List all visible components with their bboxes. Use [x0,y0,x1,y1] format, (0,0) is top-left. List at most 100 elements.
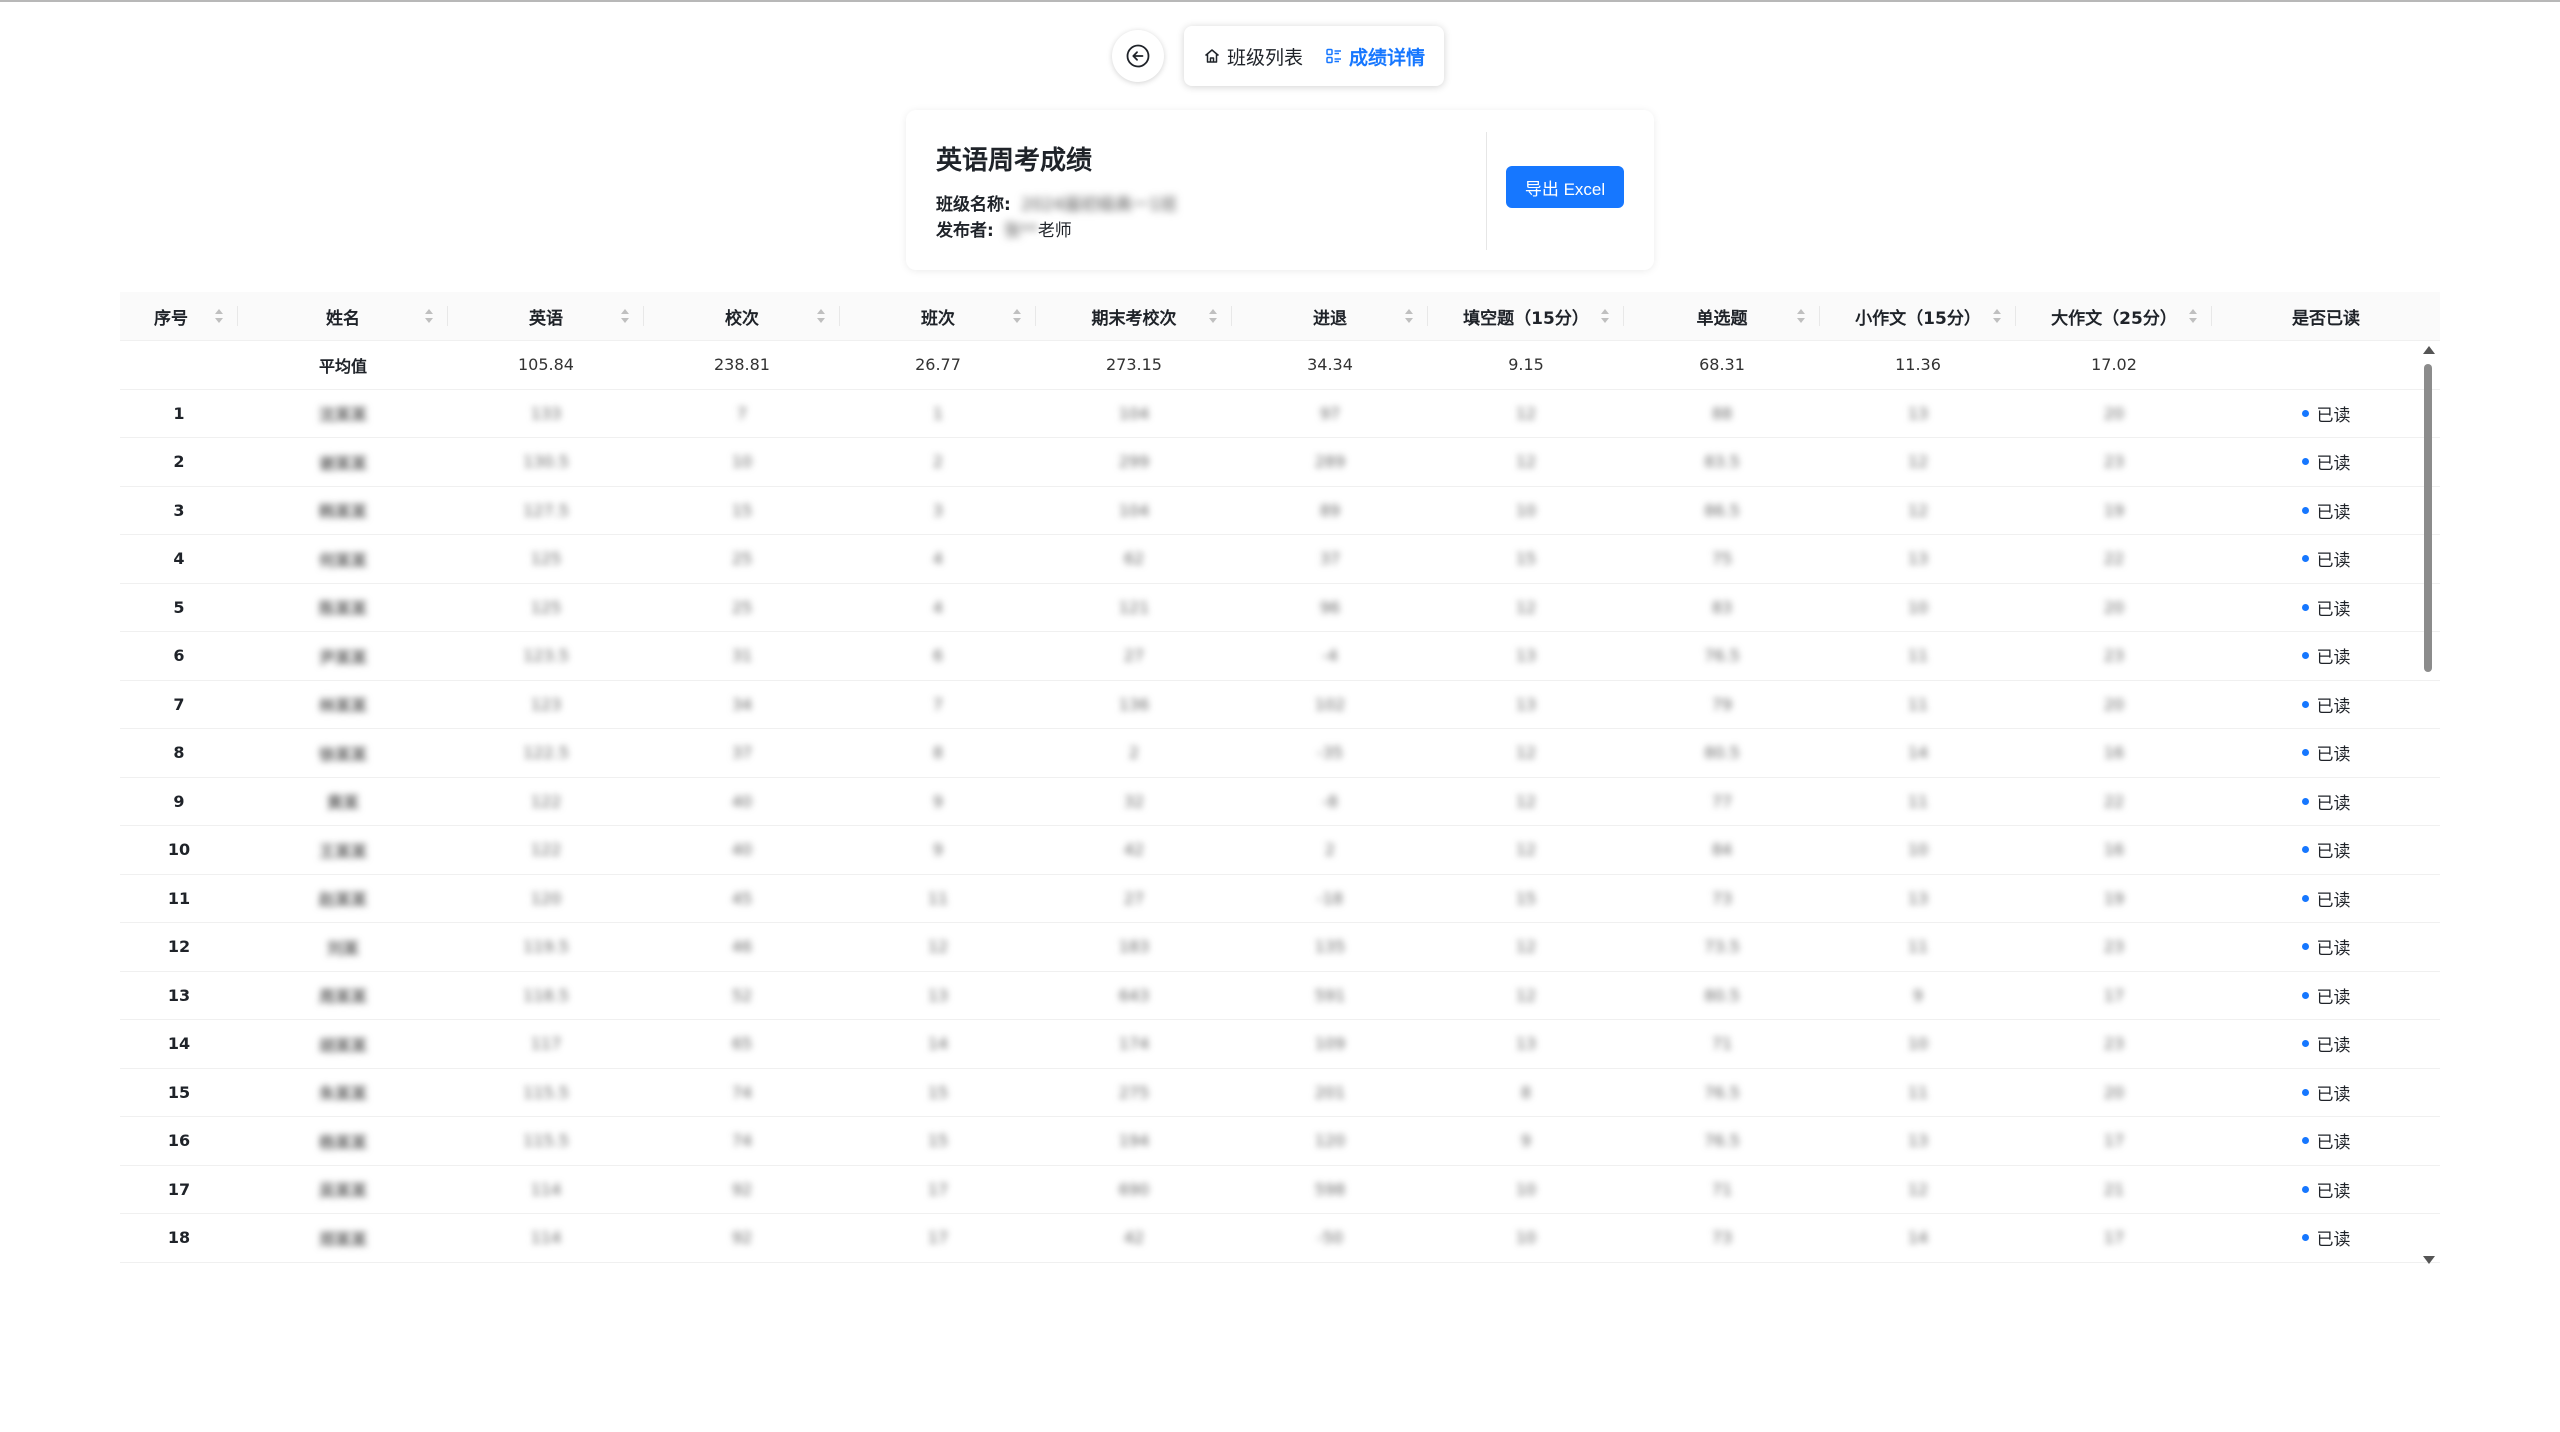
table-body: 平均值 105.84 238.81 26.77 273.15 34.34 9.15 68.31… [120,341,2440,1263]
score-cell: 20 [2103,597,2125,617]
sort-icon[interactable] [1600,308,1610,324]
header-col-short-essay[interactable]: 小作文（15分） [1820,292,2016,340]
header-col-english[interactable]: 英语 [448,292,644,340]
average-cell: 238.81 [714,355,770,375]
scroll-up-arrow-icon[interactable] [2423,346,2435,354]
header-label: 大作文（25分） [2051,308,2177,329]
table-row[interactable]: 11 赵某某 120 45 11 27 -18 15 73 13 19 已读 [120,875,2440,923]
table-row[interactable]: 18 郑某某 114 92 17 42 -50 10 73 14 17 已读 [120,1214,2440,1263]
tab-class-list-label: 班级列表 [1226,46,1303,69]
table-row[interactable]: 17 吴某某 114 92 17 690 598 10 71 12 21 已读 [120,1166,2440,1214]
header-col-fill-blank[interactable]: 填空题（15分） [1428,292,1624,340]
table-row[interactable]: 3 韩某某 127.5 15 3 104 89 10 86.5 12 19 已读 [120,487,2440,535]
export-excel-button[interactable]: 导出 Excel [1506,166,1624,208]
score-cell: 73 [1711,1228,1733,1248]
table-row[interactable]: 9 黄某 122 40 9 32 -8 12 77 11 22 已读 [120,778,2440,826]
publisher-row: 发布者: 张** 老师 [936,216,1072,241]
row-index: 8 [173,743,185,763]
table-row[interactable]: 1 沈某某 133 7 1 104 97 12 88 13 20 已读 [120,390,2440,438]
header-col-progress[interactable]: 进退 [1232,292,1428,340]
row-index: 13 [167,985,191,1005]
table-scrollbar[interactable] [2420,342,2436,1268]
score-cell: 79 [1711,694,1733,714]
tab-class-list[interactable]: 班级列表 [1203,43,1303,70]
score-cell: 7 [736,403,748,423]
score-cell: 122 [530,840,562,860]
table-row[interactable]: 16 杨某某 115.5 74 15 194 120 9 76.5 13 17 已读 [120,1117,2440,1166]
header-col-long-essay[interactable]: 大作文（25分） [2016,292,2212,340]
read-status-label: 已读 [2316,696,2351,717]
sort-icon[interactable] [1992,308,2002,324]
header-col-name[interactable]: 姓名 [238,292,448,340]
status-dot-icon [2301,1234,2309,1242]
header-col-final-school-rank[interactable]: 期末考校次 [1036,292,1232,340]
sort-icon[interactable] [1404,308,1414,324]
sort-icon[interactable] [1012,308,1022,324]
scroll-down-arrow-icon[interactable] [2423,1256,2435,1264]
table-row[interactable]: 8 徐某某 122.5 37 8 2 -35 12 80.5 14 16 已读 [120,729,2440,778]
header-col-class-rank[interactable]: 班次 [840,292,1036,340]
read-status-cell: 已读 [2212,923,2440,971]
header-col-index[interactable]: 序号 [120,292,238,340]
score-cell: 17 [927,1228,949,1248]
tab-score-detail[interactable]: 成绩详情 [1325,43,1425,70]
sort-icon[interactable] [214,308,224,324]
status-dot-icon [2301,506,2309,514]
read-status-cell: 已读 [2212,1020,2440,1068]
score-cell: 109 [1314,1034,1346,1054]
read-status: 已读 [2301,1225,2351,1250]
average-cell: 11.36 [1895,355,1941,375]
sort-icon[interactable] [1208,308,1218,324]
score-cell: 201 [1314,1082,1346,1102]
score-cell: 194 [1118,1131,1150,1151]
read-status-label: 已读 [2316,405,2351,426]
score-cell: 46 [731,937,753,957]
score-cell: 71 [1711,1034,1733,1054]
read-status-cell: 已读 [2212,875,2440,923]
table-row[interactable]: 5 陈某某 125 25 4 121 96 12 83 10 20 已读 [120,584,2440,632]
table-row[interactable]: 15 朱某某 115.5 74 15 275 201 8 76.5 11 20 已读 [120,1069,2440,1117]
table-row[interactable]: 4 何某某 125 25 4 62 37 15 75 13 22 已读 [120,535,2440,584]
score-cell: 71 [1711,1179,1733,1199]
read-status-cell: 已读 [2212,438,2440,486]
table-row[interactable]: 14 胡某某 117 65 14 174 109 13 71 10 23 已读 [120,1020,2440,1069]
table-row[interactable]: 13 周某某 118.5 52 13 643 591 12 80.5 9 17 已读 [120,972,2440,1020]
table-row[interactable]: 6 尹某某 123.5 31 6 27 -4 13 76.5 11 23 已读 [120,632,2440,681]
score-cell: 11 [1907,791,1929,811]
row-index: 5 [173,597,185,617]
score-cell: 92 [731,1228,753,1248]
read-status-label: 已读 [2316,551,2351,572]
read-status-cell: 已读 [2212,1069,2440,1117]
sort-icon[interactable] [424,308,434,324]
sort-icon[interactable] [1796,308,1806,324]
tab-bar: 班级列表 成绩详情 [1184,26,1444,86]
average-cell: 105.84 [518,355,574,375]
sort-icon[interactable] [620,308,630,324]
average-cell: 26.77 [915,355,961,375]
table-row[interactable]: 2 谢某某 130.5 10 2 299 289 12 83.5 12 23 已读 [120,438,2440,487]
score-cell: 104 [1118,500,1150,520]
score-cell: 34 [731,694,753,714]
table-row[interactable]: 10 王某某 122 40 9 42 2 12 84 10 16 已读 [120,826,2440,875]
back-button[interactable] [1112,30,1164,82]
header-col-school-rank[interactable]: 校次 [644,292,840,340]
score-cell: 10 [1515,500,1537,520]
score-cell: 80.5 [1704,743,1740,763]
home-icon [1204,49,1219,63]
score-cell: 74 [731,1082,753,1102]
score-cell: 11 [927,888,949,908]
score-cell: 17 [2103,985,2125,1005]
header-col-single-choice[interactable]: 单选题 [1624,292,1820,340]
read-status-label: 已读 [2316,1084,2351,1105]
scroll-thumb[interactable] [2424,364,2432,672]
sort-icon[interactable] [2188,308,2198,324]
table-row[interactable]: 12 刘某 119.5 46 12 183 135 12 73.5 11 23 已读 [120,923,2440,972]
sort-icon[interactable] [816,308,826,324]
table-row[interactable]: 7 林某某 123 34 7 136 102 13 79 11 20 已读 [120,681,2440,729]
score-cell: 83.5 [1704,452,1740,472]
score-cell: 15 [927,1131,949,1151]
score-cell: 7 [932,694,944,714]
status-dot-icon [2301,555,2309,563]
score-cell: -4 [1322,646,1338,666]
read-status: 已读 [2301,595,2351,620]
